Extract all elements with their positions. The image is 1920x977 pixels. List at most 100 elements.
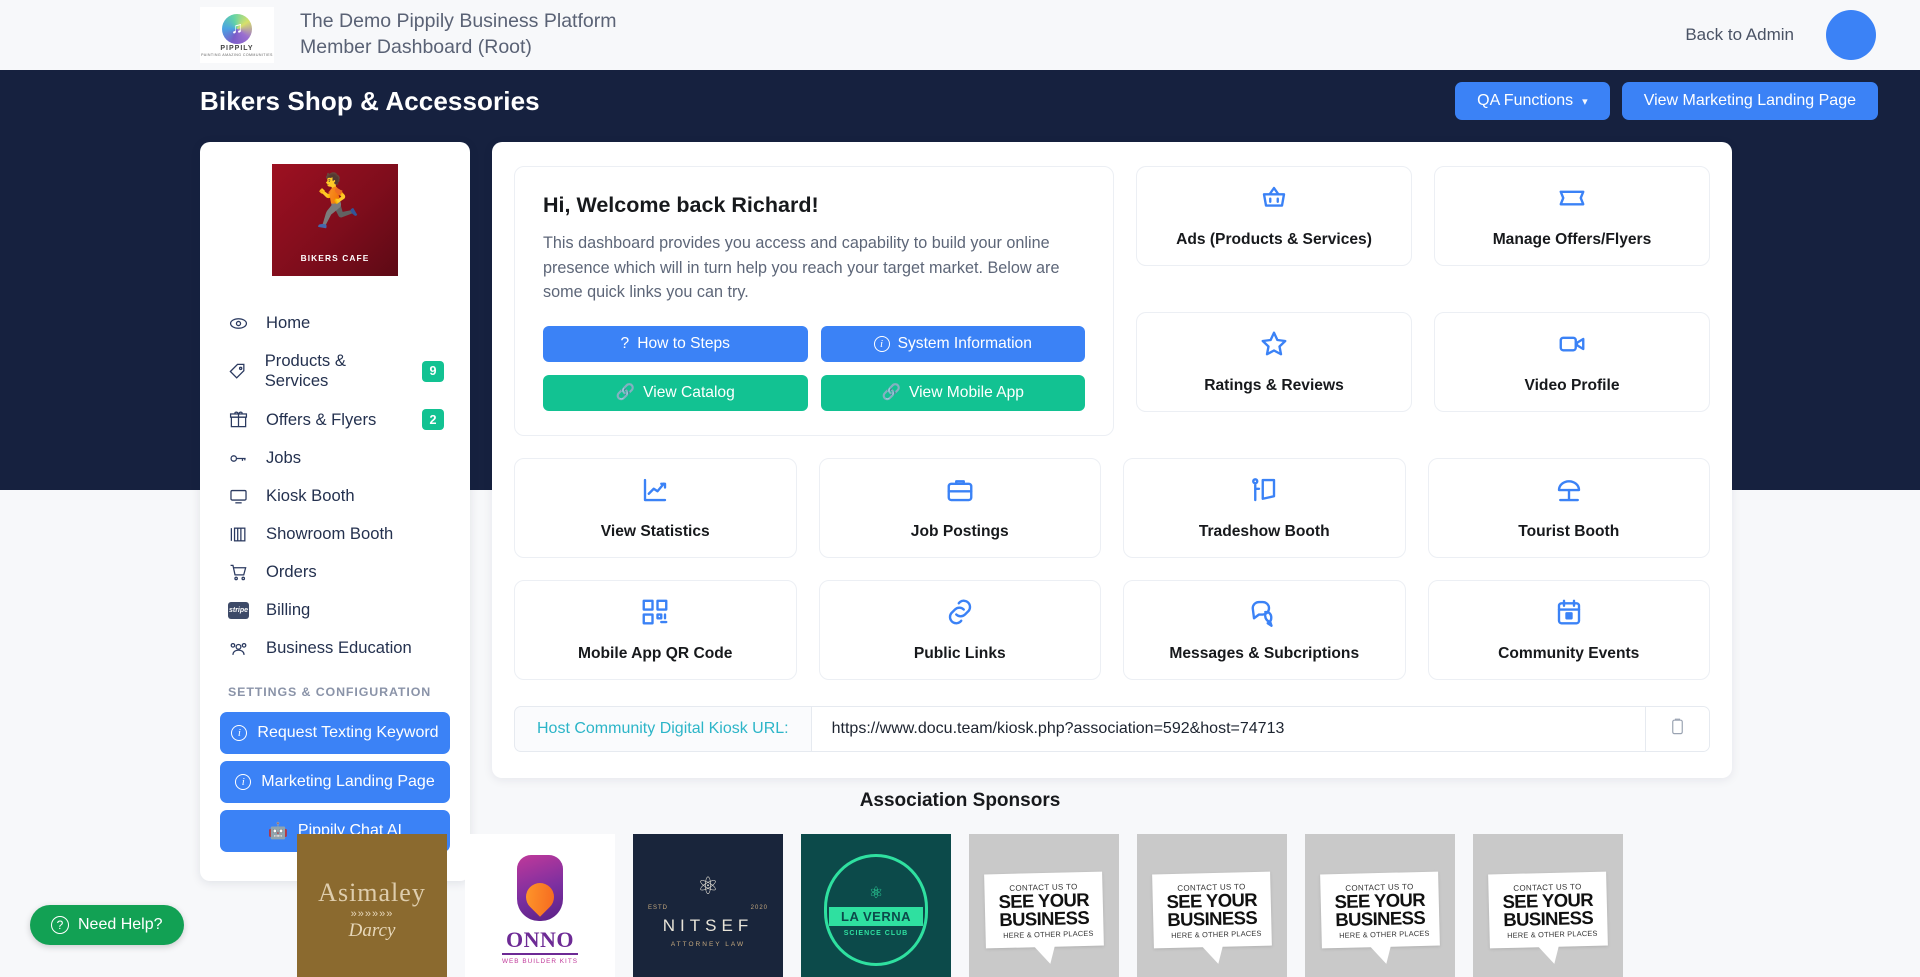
tile-video-profile[interactable]: Video Profile	[1434, 311, 1710, 412]
tile-column-3: Ads (Products & Services) Ratings & Revi…	[1136, 166, 1412, 436]
tile-view-statistics[interactable]: View Statistics	[514, 457, 797, 558]
calendar-icon	[1554, 597, 1584, 632]
placeholder-line3: BUSINESS	[1503, 906, 1594, 931]
tile-label: Messages & Subcriptions	[1169, 644, 1360, 662]
tile-grid-row-2: Mobile App QR Code Public Links Messages…	[514, 579, 1710, 680]
sidebar-item-home[interactable]: Home	[200, 304, 470, 342]
crest-icon: ⚛	[697, 873, 719, 900]
chevron-down-icon: ▾	[1582, 95, 1588, 108]
sponsors-row: Asimaley »»»»»» Darcy ONNO WEB BUILDER K…	[0, 834, 1920, 977]
sidebar-item-label: Orders	[266, 562, 317, 581]
pippily-logo: PIPPILY PAINTING AMAZING COMMUNITIES	[200, 7, 274, 63]
sponsor-subname: ATTORNEY LAW	[670, 941, 746, 948]
sponsor-onno[interactable]: ONNO WEB BUILDER KITS	[465, 834, 615, 977]
sponsor-name: ONNO	[501, 927, 578, 955]
sponsor-subname: Darcy	[348, 920, 396, 941]
need-help-button[interactable]: ? Need Help?	[30, 905, 184, 945]
view-marketing-landing-page-button[interactable]: View Marketing Landing Page	[1621, 82, 1878, 120]
sidebar-item-kiosk-booth[interactable]: Kiosk Booth	[200, 477, 470, 515]
atom-icon: ⚛	[868, 885, 884, 902]
tradeshow-icon	[1249, 475, 1279, 510]
question-icon: ?	[51, 916, 69, 934]
video-icon	[1557, 329, 1587, 364]
sponsor-name: LA VERNA	[829, 907, 923, 926]
sponsor-placeholder[interactable]: CONTACT US TO SEE YOUR BUSINESS HERE & O…	[1305, 834, 1455, 977]
sponsor-placeholder[interactable]: CONTACT US TO SEE YOUR BUSINESS HERE & O…	[1473, 834, 1623, 977]
placeholder-bubble: CONTACT US TO SEE YOUR BUSINESS HERE & O…	[1320, 871, 1440, 949]
sidebar-item-products-services[interactable]: Products & Services 9	[200, 342, 470, 400]
kiosk-url-bar: Host Community Digital Kiosk URL: https:…	[514, 705, 1710, 752]
info-icon: i	[231, 725, 248, 741]
sidebar-item-business-education[interactable]: Business Education	[200, 629, 470, 667]
tile-label: Tourist Booth	[1518, 522, 1620, 540]
sponsor-estd-row: ESTD 2020	[648, 905, 768, 911]
button-label: Marketing Landing Page	[261, 773, 435, 790]
button-label: System Information	[897, 334, 1032, 352]
sidebar-item-label: Showroom Booth	[266, 524, 394, 543]
brand: PIPPILY PAINTING AMAZING COMMUNITIES The…	[200, 7, 616, 63]
sidebar: 🏃 BIKERS CAFE Home Products & Services 9…	[200, 142, 470, 881]
tile-label: Video Profile	[1524, 376, 1620, 394]
tile-column-4: Manage Offers/Flyers Video Profile	[1434, 166, 1710, 436]
sponsor-nitsef[interactable]: ⚛ ESTD 2020 NITSEF ATTORNEY LAW	[633, 834, 783, 977]
sponsor-year: 2020	[750, 905, 768, 911]
qa-functions-label: QA Functions	[1477, 92, 1574, 109]
tile-public-links[interactable]: Public Links	[818, 579, 1101, 680]
users-icon	[228, 639, 249, 658]
flask-icon	[516, 855, 563, 921]
sidebar-item-jobs[interactable]: Jobs	[200, 439, 470, 477]
shop-logo-caption: BIKERS CAFE	[300, 253, 370, 263]
qa-functions-button[interactable]: QA Functions ▾	[1455, 82, 1610, 120]
sidebar-item-label: Offers & Flyers	[266, 409, 377, 429]
how-to-steps-button[interactable]: ? How to Steps	[543, 325, 808, 362]
pippily-orb-icon	[222, 13, 252, 44]
key-icon	[228, 449, 249, 468]
briefcase-icon	[945, 475, 975, 510]
tile-job-postings[interactable]: Job Postings	[818, 457, 1101, 558]
tile-messages-subcriptions[interactable]: Messages & Subcriptions	[1123, 579, 1406, 680]
copy-button[interactable]	[1645, 706, 1709, 751]
info-icon: i	[873, 335, 890, 352]
tile-tourist-booth[interactable]: Tourist Booth	[1427, 457, 1710, 558]
sponsor-laverna[interactable]: ⚛ LA VERNA SCIENCE CLUB	[801, 834, 951, 977]
view-mobile-app-button[interactable]: 🔗 View Mobile App	[820, 374, 1085, 411]
sidebar-item-orders[interactable]: Orders	[200, 553, 470, 591]
sponsor-placeholder[interactable]: CONTACT US TO SEE YOUR BUSINESS HERE & O…	[969, 834, 1119, 977]
tile-label: Tradeshow Booth	[1198, 522, 1330, 540]
top-grid: Hi, Welcome back Richard! This dashboard…	[514, 166, 1710, 436]
showroom-icon	[228, 525, 249, 544]
basket-icon	[1259, 183, 1289, 218]
tile-community-events[interactable]: Community Events	[1427, 579, 1710, 680]
tile-ads-products-services[interactable]: Ads (Products & Services)	[1136, 166, 1412, 266]
back-to-admin-link[interactable]: Back to Admin	[1685, 25, 1794, 45]
sponsor-asimaley[interactable]: Asimaley »»»»»» Darcy	[297, 834, 447, 977]
sponsor-name: Asimaley	[318, 878, 426, 907]
sidebar-badge: 9	[422, 360, 444, 382]
button-label: How to Steps	[637, 334, 730, 352]
sidebar-item-showroom-booth[interactable]: Showroom Booth	[200, 515, 470, 553]
platform-title: The Demo Pippily Business Platform Membe…	[300, 9, 616, 61]
sidebar-item-offers-flyers[interactable]: Offers & Flyers 2	[200, 400, 470, 439]
avatar[interactable]	[1826, 10, 1876, 60]
tile-tradeshow-booth[interactable]: Tradeshow Booth	[1123, 457, 1406, 558]
sponsor-placeholder[interactable]: CONTACT US TO SEE YOUR BUSINESS HERE & O…	[1137, 834, 1287, 977]
tile-mobile-app-qr-code[interactable]: Mobile App QR Code	[514, 579, 797, 680]
link-icon: 🔗	[881, 384, 901, 402]
system-information-button[interactable]: i System Information	[820, 325, 1085, 362]
tile-manage-offers-flyers[interactable]: Manage Offers/Flyers	[1434, 166, 1710, 266]
button-label: View Catalog	[643, 383, 735, 401]
request-texting-keyword-button[interactable]: i Request Texting Keyword	[220, 712, 450, 754]
tile-grid-row-1: View Statistics Job Postings Tradeshow B…	[514, 457, 1710, 558]
view-catalog-button[interactable]: 🔗 View Catalog	[543, 374, 808, 411]
kiosk-url-value[interactable]: https://www.docu.team/kiosk.php?associat…	[811, 706, 1645, 751]
sidebar-item-billing[interactable]: stripe Billing	[200, 591, 470, 629]
page-title: Bikers Shop & Accessories	[200, 85, 540, 116]
tile-ratings-reviews[interactable]: Ratings & Reviews	[1136, 311, 1412, 412]
sidebar-badge: 2	[422, 409, 444, 430]
kiosk-url-label: Host Community Digital Kiosk URL:	[515, 706, 812, 751]
tile-label: Mobile App QR Code	[578, 644, 733, 662]
shop-logo: 🏃 BIKERS CAFE	[272, 164, 398, 276]
chart-icon	[640, 475, 670, 510]
tile-label: Manage Offers/Flyers	[1492, 231, 1652, 248]
welcome-heading: Hi, Welcome back Richard!	[543, 193, 819, 217]
